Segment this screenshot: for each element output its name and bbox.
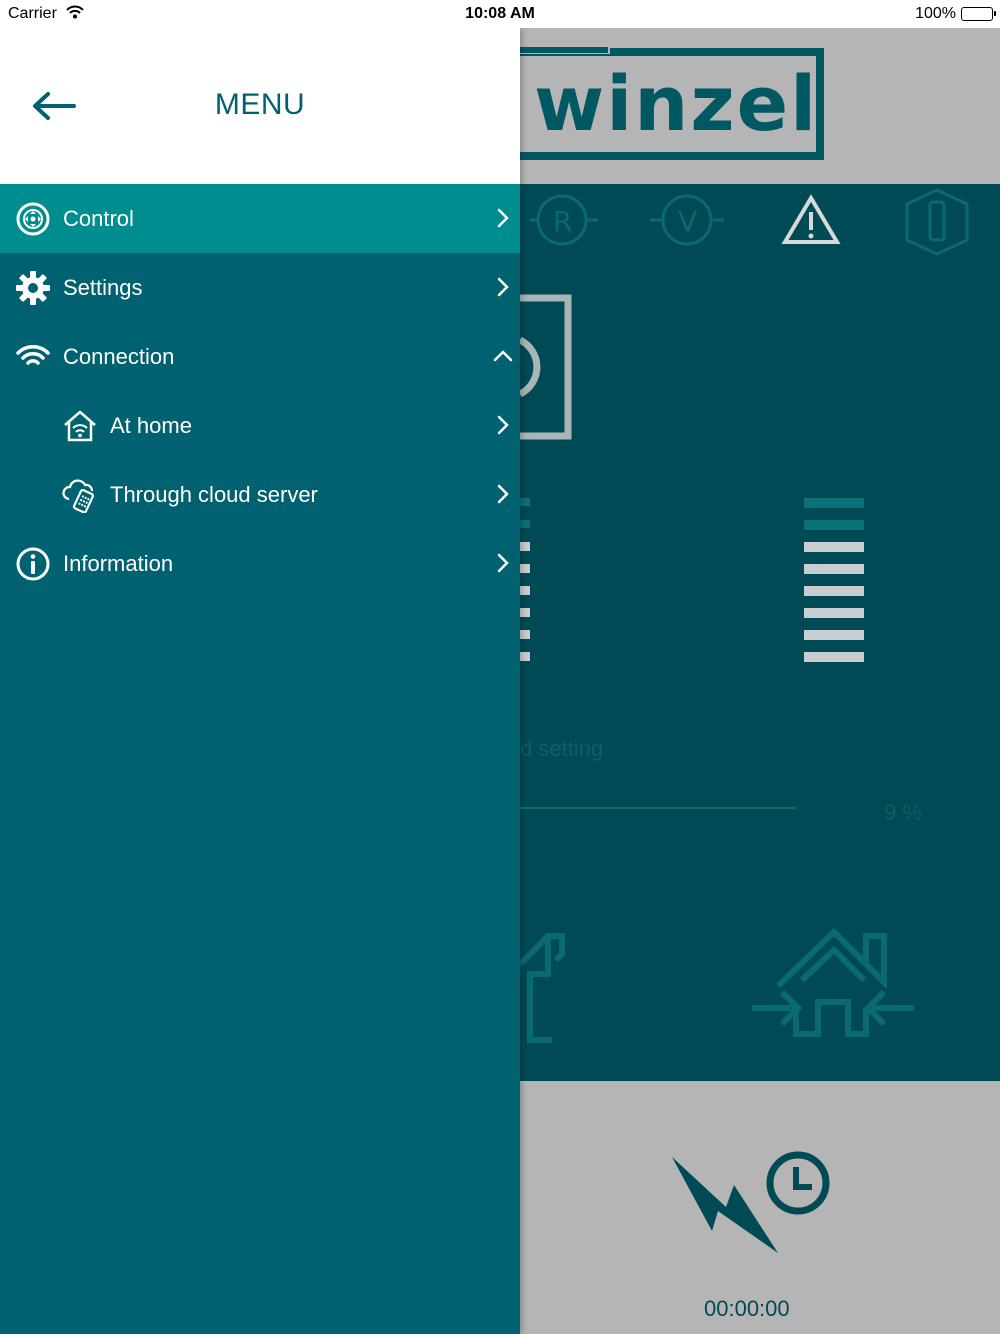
menu-title: MENU <box>214 88 306 121</box>
timer-value: 00:00:00 <box>704 1296 790 1321</box>
menu-item-label: Connection <box>63 344 175 369</box>
control-graphics: R V <box>517 188 969 1043</box>
menu-item-label: Control <box>63 206 134 231</box>
wifi-icon <box>15 339 51 375</box>
chevron-right-icon <box>492 413 514 437</box>
menu-item-information[interactable]: Information <box>0 529 520 598</box>
chevron-right-icon <box>492 482 514 506</box>
main-control-panel: R V d setting 9 % <box>517 184 1000 1081</box>
svg-text:R: R <box>553 205 572 238</box>
menu-item-label: Settings <box>63 275 143 300</box>
menu-item-control[interactable]: Control <box>0 184 520 253</box>
control-icon <box>15 201 51 237</box>
menu-item-at-home[interactable]: At home <box>0 391 520 460</box>
battery-icon <box>961 7 996 21</box>
menu-item-label: Information <box>63 551 174 576</box>
menu-list: Control Settings Connection At home Thro… <box>0 184 520 598</box>
gear-icon <box>15 270 51 306</box>
menu-item-connection[interactable]: Connection <box>0 322 520 391</box>
chevron-up-icon <box>492 344 514 368</box>
main-header: winzel <box>520 28 1000 184</box>
battery-percent: 100% <box>915 5 956 22</box>
home-wifi-icon <box>62 408 98 444</box>
power-timer-icon[interactable] <box>520 1081 1000 1281</box>
menu-item-settings[interactable]: Settings <box>0 253 520 322</box>
status-bar: Carrier 10:08 AM 100% <box>0 0 1000 28</box>
chevron-right-icon <box>492 206 514 230</box>
menu-item-label: Through cloud server <box>110 482 318 507</box>
menu-item-label: At home <box>110 413 192 438</box>
svg-text:winzel: winzel <box>534 59 818 148</box>
chevron-right-icon <box>492 275 514 299</box>
cloud-server-icon <box>62 477 98 514</box>
main-app-background: winzel R V d setting 9 % <box>517 28 1000 1334</box>
setting-label-fragment: d setting <box>520 736 604 761</box>
drawer-header: MENU <box>0 28 520 184</box>
setting-percent: 9 % <box>884 800 922 825</box>
winzel-logo: winzel <box>520 46 824 160</box>
info-icon <box>15 546 51 582</box>
svg-text:V: V <box>678 205 697 238</box>
clock: 10:08 AM <box>465 5 535 22</box>
chevron-right-icon <box>492 551 514 575</box>
side-drawer: MENU Control Settings Connection At home… <box>0 28 520 1334</box>
menu-item-cloud-server[interactable]: Through cloud server <box>0 460 520 529</box>
